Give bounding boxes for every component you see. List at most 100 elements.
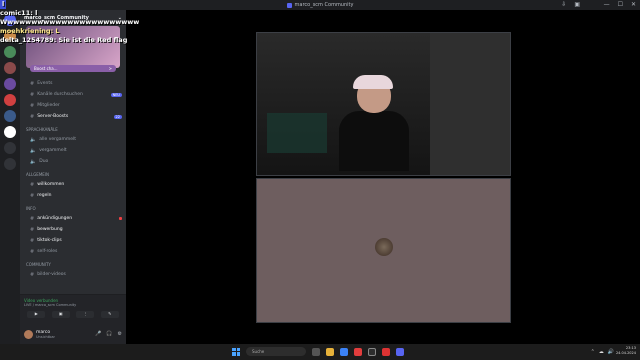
hash-icon: #: [30, 91, 35, 98]
discord-taskbar-icon[interactable]: [396, 347, 404, 356]
volume-icon[interactable]: 🔊: [608, 349, 614, 355]
participant-avatar: [375, 238, 393, 256]
video-tile-camera[interactable]: [256, 32, 511, 176]
server-icon[interactable]: [4, 94, 16, 106]
minimize-button[interactable]: —: [604, 1, 610, 8]
voice-channel-label: LIVE / marco_scm Community: [24, 303, 77, 307]
channel-label: bilder-videos: [37, 272, 66, 277]
chrome-icon[interactable]: [354, 347, 362, 356]
background-monitor: [267, 113, 327, 153]
close-button[interactable]: ✕: [631, 1, 636, 8]
inbox-icon[interactable]: ▣: [574, 1, 580, 8]
channel-item[interactable]: 🔈 vergammelt: [26, 145, 122, 156]
activity-button[interactable]: ⋮: [76, 311, 95, 318]
app-icon[interactable]: [368, 347, 376, 356]
discord-icon: [286, 2, 292, 8]
channel-category[interactable]: Info: [26, 206, 122, 211]
video-stage: [126, 10, 640, 344]
settings-icon[interactable]: ⚙: [118, 331, 122, 337]
hash-icon: #: [30, 192, 35, 199]
server-icon[interactable]: [4, 110, 16, 122]
chevron-right-icon: >: [108, 66, 112, 71]
clock-date: 24.04.2024: [615, 351, 636, 355]
chat-line: comic11: l: [0, 9, 150, 18]
headphones-icon[interactable]: 🎧: [106, 331, 112, 337]
channel-item[interactable]: # Events: [26, 78, 122, 89]
chat-line-text: moehkriening: L: [0, 27, 60, 35]
boost-goal-label: Boost cha...: [34, 66, 58, 71]
hash-icon: #: [30, 248, 35, 255]
task-view-icon[interactable]: [312, 347, 320, 356]
edge-icon[interactable]: [340, 347, 348, 356]
server-icon[interactable]: [4, 78, 16, 90]
speaker-icon: 🔈: [30, 136, 37, 143]
channel-label: bewerbung: [37, 227, 63, 232]
app-icon[interactable]: [382, 347, 390, 356]
hash-icon: #: [30, 237, 35, 244]
chat-line-text: Wwwwwwwwwwwwwwwwwwwwwww: [0, 18, 140, 26]
hash-icon: #: [30, 181, 35, 188]
channel-item[interactable]: # willkommen: [26, 179, 122, 190]
channel-sidebar: marco_scm Community ⌄ Boost cha... > # Ev…: [20, 10, 126, 344]
channel-item[interactable]: 🔈 Duo: [26, 156, 122, 167]
channel-item[interactable]: # bewerbung: [26, 224, 122, 235]
channel-category[interactable]: Allgemein: [26, 172, 122, 177]
channel-badge: NEU: [110, 92, 122, 97]
channel-item[interactable]: # Mitglieder: [26, 100, 122, 111]
hash-icon: #: [30, 80, 35, 87]
alert-icon: [119, 217, 122, 220]
channel-item[interactable]: # ankündigungen: [26, 213, 122, 224]
add-server-icon[interactable]: [4, 142, 16, 154]
hash-icon: #: [30, 271, 35, 278]
channel-item[interactable]: # self-roles: [26, 246, 122, 257]
channel-label: vergammelt: [39, 148, 67, 153]
channel-label: Duo: [39, 159, 49, 164]
channel-item[interactable]: # Server-Boosts 22: [26, 111, 122, 122]
channel-item[interactable]: # bilder-videos: [26, 269, 122, 280]
start-button[interactable]: [232, 347, 240, 356]
taskbar-search[interactable]: Suche: [246, 347, 306, 356]
chat-line: Wwwwwwwwwwwwwwwwwwwwwww: [0, 18, 150, 27]
file-explorer-icon[interactable]: [326, 347, 334, 356]
chat-line-text: comic11: l: [0, 9, 38, 17]
explore-icon[interactable]: [4, 158, 16, 170]
video-tile-avatar[interactable]: [256, 178, 511, 323]
channel-item[interactable]: # Kanäle durchsuchen NEU: [26, 89, 122, 100]
hash-icon: #: [30, 102, 35, 109]
screenshare-button[interactable]: ▣: [51, 311, 70, 318]
server-icon-active[interactable]: [4, 126, 16, 138]
chat-line: l: [0, 0, 150, 9]
participant-video: [339, 75, 409, 171]
network-icon[interactable]: ☁: [599, 349, 604, 355]
server-list: [0, 10, 20, 344]
boost-goal[interactable]: Boost cha... >: [30, 65, 116, 72]
chevron-up-icon[interactable]: ⌃: [591, 349, 595, 355]
channel-item[interactable]: # tiktok-clips: [26, 235, 122, 246]
chat-line: delta_1254789: Sie ist die Red flag: [0, 36, 150, 45]
maximize-button[interactable]: ☐: [618, 1, 623, 8]
user-panel: marco Unsichtbar 🎤 🎧 ⚙: [20, 324, 126, 344]
voice-status-panel: Video verbunden LIVE / marco_scm Communi…: [20, 294, 126, 324]
server-icon[interactable]: [4, 46, 16, 58]
chat-line-text: delta_1254789: Sie ist die Red flag: [0, 36, 128, 44]
avatar[interactable]: [24, 329, 33, 339]
hash-icon: #: [30, 113, 35, 120]
channel-list: # Events # Kanäle durchsuchen NEU # Mitglieder…: [20, 68, 126, 280]
channel-label: self-roles: [37, 249, 58, 254]
chat-line-text: l: [0, 0, 7, 9]
channel-category[interactable]: Sprachkanäle: [26, 127, 122, 132]
user-status: Unsichtbar: [36, 334, 55, 339]
soundboard-button[interactable]: ✎: [100, 311, 119, 318]
camera-button[interactable]: ▶: [27, 311, 46, 318]
clock[interactable]: 23:13 24.04.2024: [616, 346, 636, 356]
channel-item[interactable]: # regeln: [26, 190, 122, 201]
channel-category[interactable]: Community: [26, 262, 122, 267]
channel-label: tiktok-clips: [37, 238, 62, 243]
hash-icon: #: [30, 215, 35, 222]
channel-label: Events: [37, 81, 53, 86]
server-icon[interactable]: [4, 62, 16, 74]
download-icon[interactable]: ⇩: [561, 1, 566, 8]
microphone-icon[interactable]: 🎤: [95, 331, 101, 337]
channel-item[interactable]: 🔈 alle vergammelt: [26, 134, 122, 145]
speaker-icon: 🔈: [30, 158, 37, 165]
